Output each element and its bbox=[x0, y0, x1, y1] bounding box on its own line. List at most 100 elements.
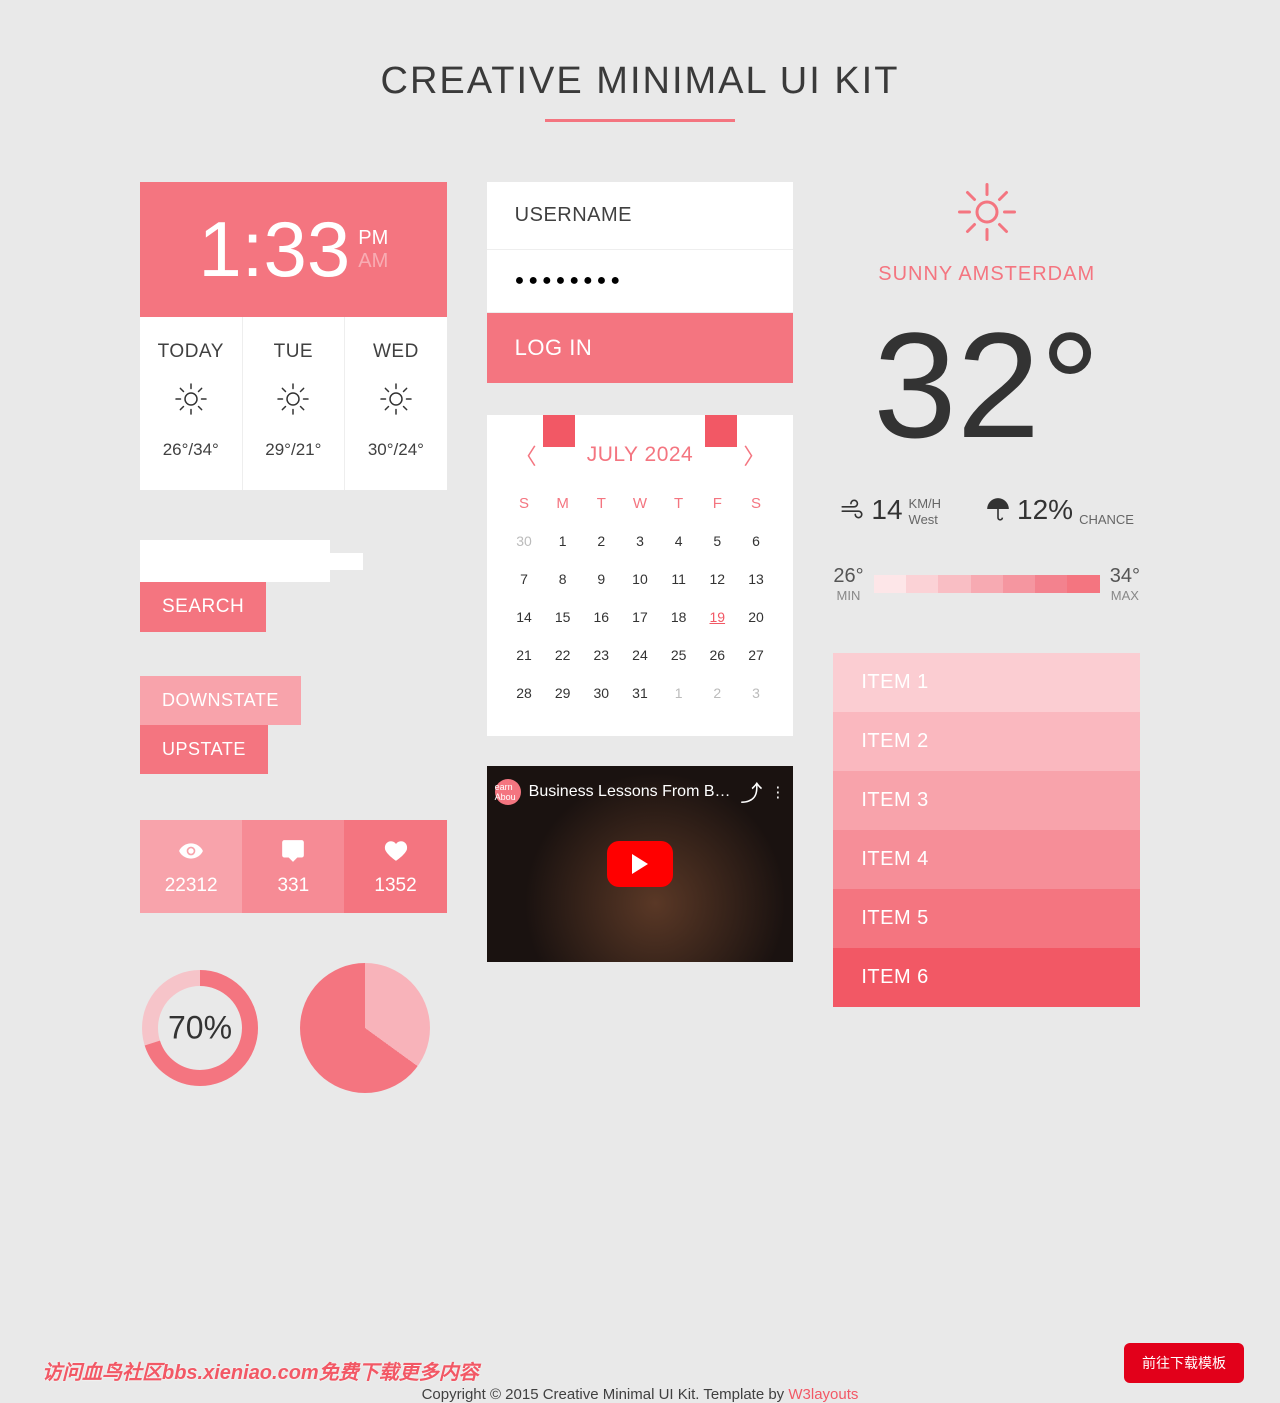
list-item[interactable]: ITEM 6 bbox=[833, 948, 1140, 1007]
wind-unit: KM/H bbox=[909, 496, 942, 511]
calendar-month: JULY 2024 bbox=[587, 443, 693, 467]
calendar-day[interactable]: 12 bbox=[698, 560, 737, 598]
calendar-day[interactable]: 3 bbox=[621, 522, 660, 560]
calendar-day[interactable]: 23 bbox=[582, 636, 621, 674]
calendar-day[interactable]: 20 bbox=[737, 598, 776, 636]
calendar-day[interactable]: 14 bbox=[505, 598, 544, 636]
forecast-day-temp: 26°/34° bbox=[146, 440, 236, 460]
forecast-day: TUE 29°/21° bbox=[243, 317, 346, 490]
calendar-day[interactable]: 2 bbox=[698, 674, 737, 712]
calendar-day[interactable]: 18 bbox=[659, 598, 698, 636]
calendar-day[interactable]: 13 bbox=[737, 560, 776, 598]
search-input[interactable] bbox=[164, 553, 363, 570]
stat-views-value: 22312 bbox=[146, 875, 236, 897]
calendar-dow: F bbox=[698, 485, 737, 522]
stat-comments: 331 bbox=[242, 820, 344, 913]
page-title: CREATIVE MINIMAL UI KIT bbox=[140, 60, 1140, 103]
calendar-day[interactable]: 29 bbox=[543, 674, 582, 712]
calendar-day[interactable]: 9 bbox=[582, 560, 621, 598]
calendar-day[interactable]: 25 bbox=[659, 636, 698, 674]
upstate-button[interactable]: UPSTATE bbox=[140, 725, 268, 774]
video-menu-icon[interactable]: ⋮ bbox=[770, 783, 785, 801]
forecast-day-temp: 29°/21° bbox=[249, 440, 339, 460]
list-item[interactable]: ITEM 3 bbox=[833, 771, 1140, 830]
promo-banner[interactable]: 访问血鸟社区bbs.xieniao.com免费下载更多内容 bbox=[42, 1356, 479, 1385]
clock-time: 1:33 bbox=[198, 204, 350, 295]
weather-temperature: 32° bbox=[833, 310, 1140, 460]
forecast-day-name: TUE bbox=[249, 341, 339, 363]
temp-min-label: MIN bbox=[833, 588, 863, 603]
calendar-day[interactable]: 17 bbox=[621, 598, 660, 636]
calendar-day[interactable]: 19 bbox=[698, 598, 737, 636]
search-box[interactable] bbox=[140, 540, 330, 582]
temp-max-label: MAX bbox=[1110, 588, 1140, 603]
calendar-day[interactable]: 26 bbox=[698, 636, 737, 674]
list-item[interactable]: ITEM 1 bbox=[833, 653, 1140, 712]
login-button[interactable]: LOG IN bbox=[487, 313, 794, 383]
stat-likes-value: 1352 bbox=[350, 875, 440, 897]
search-button[interactable]: SEARCH bbox=[140, 582, 266, 632]
calendar-day[interactable]: 22 bbox=[543, 636, 582, 674]
calendar-day[interactable]: 11 bbox=[659, 560, 698, 598]
video-play-button[interactable] bbox=[607, 841, 673, 887]
forecast-day-name: WED bbox=[351, 341, 441, 363]
copyright-link[interactable]: W3layouts bbox=[788, 1386, 858, 1403]
video-player[interactable]: earn Abou Business Lessons From Bil… ⤴ ⋮ bbox=[487, 766, 794, 962]
temp-range-bar bbox=[874, 575, 1100, 593]
calendar-day[interactable]: 31 bbox=[621, 674, 660, 712]
sun-icon bbox=[173, 381, 209, 417]
calendar-dow: S bbox=[505, 485, 544, 522]
calendar-day[interactable]: 30 bbox=[505, 522, 544, 560]
video-title: Business Lessons From Bil… bbox=[529, 783, 733, 801]
calendar-day[interactable]: 1 bbox=[659, 674, 698, 712]
list-item[interactable]: ITEM 5 bbox=[833, 889, 1140, 948]
calendar-day[interactable]: 5 bbox=[698, 522, 737, 560]
donut-percent: 70% bbox=[168, 1010, 232, 1047]
calendar-day[interactable]: 27 bbox=[737, 636, 776, 674]
calendar-day[interactable]: 8 bbox=[543, 560, 582, 598]
calendar-day[interactable]: 6 bbox=[737, 522, 776, 560]
video-channel-avatar: earn Abou bbox=[495, 779, 521, 805]
comment-icon bbox=[280, 838, 306, 864]
calendar-day[interactable]: 1 bbox=[543, 522, 582, 560]
forecast-day: WED 30°/24° bbox=[345, 317, 447, 490]
calendar-next-icon[interactable]: 〉 bbox=[743, 439, 765, 471]
calendar-dow: T bbox=[659, 485, 698, 522]
username-field[interactable]: USERNAME bbox=[487, 182, 794, 250]
wind-icon bbox=[839, 496, 865, 522]
calendar-day[interactable]: 28 bbox=[505, 674, 544, 712]
calendar-day[interactable]: 10 bbox=[621, 560, 660, 598]
weather-location: SUNNY AMSTERDAM bbox=[833, 263, 1140, 286]
calendar-day[interactable]: 3 bbox=[737, 674, 776, 712]
calendar-day[interactable]: 15 bbox=[543, 598, 582, 636]
calendar-prev-icon[interactable]: 〈 bbox=[515, 439, 537, 471]
calendar-dow: S bbox=[737, 485, 776, 522]
calendar-day[interactable]: 21 bbox=[505, 636, 544, 674]
calendar-tab bbox=[543, 415, 575, 447]
calendar-day[interactable]: 2 bbox=[582, 522, 621, 560]
list-item[interactable]: ITEM 4 bbox=[833, 830, 1140, 889]
weather-widget: SUNNY AMSTERDAM 32° 14 KM/HWest 12% CHAN… bbox=[833, 182, 1140, 603]
forecast-day: TODAY 26°/34° bbox=[140, 317, 243, 490]
login-form: USERNAME ●●●●●●●● LOG IN bbox=[487, 182, 794, 383]
password-field[interactable]: ●●●●●●●● bbox=[487, 250, 794, 313]
calendar-day[interactable]: 24 bbox=[621, 636, 660, 674]
download-template-button[interactable]: 前往下载模板 bbox=[1124, 1343, 1244, 1383]
calendar-day[interactable]: 30 bbox=[582, 674, 621, 712]
clock-pm: PM bbox=[358, 227, 388, 250]
title-underline bbox=[545, 119, 735, 122]
stat-likes: 1352 bbox=[344, 820, 446, 913]
downstate-button[interactable]: DOWNSTATE bbox=[140, 676, 301, 725]
heart-icon bbox=[383, 838, 409, 864]
share-icon[interactable]: ⤴ bbox=[740, 776, 762, 808]
sun-icon bbox=[957, 182, 1017, 242]
list-item[interactable]: ITEM 2 bbox=[833, 712, 1140, 771]
wind-value: 14 bbox=[871, 496, 902, 524]
temp-max-value: 34° bbox=[1110, 565, 1140, 587]
calendar-day[interactable]: 7 bbox=[505, 560, 544, 598]
item-list: ITEM 1 ITEM 2 ITEM 3 ITEM 4 ITEM 5 ITEM … bbox=[833, 653, 1140, 1007]
stat-views: 22312 bbox=[140, 820, 242, 913]
calendar-day[interactable]: 4 bbox=[659, 522, 698, 560]
calendar-dow: W bbox=[621, 485, 660, 522]
calendar-day[interactable]: 16 bbox=[582, 598, 621, 636]
